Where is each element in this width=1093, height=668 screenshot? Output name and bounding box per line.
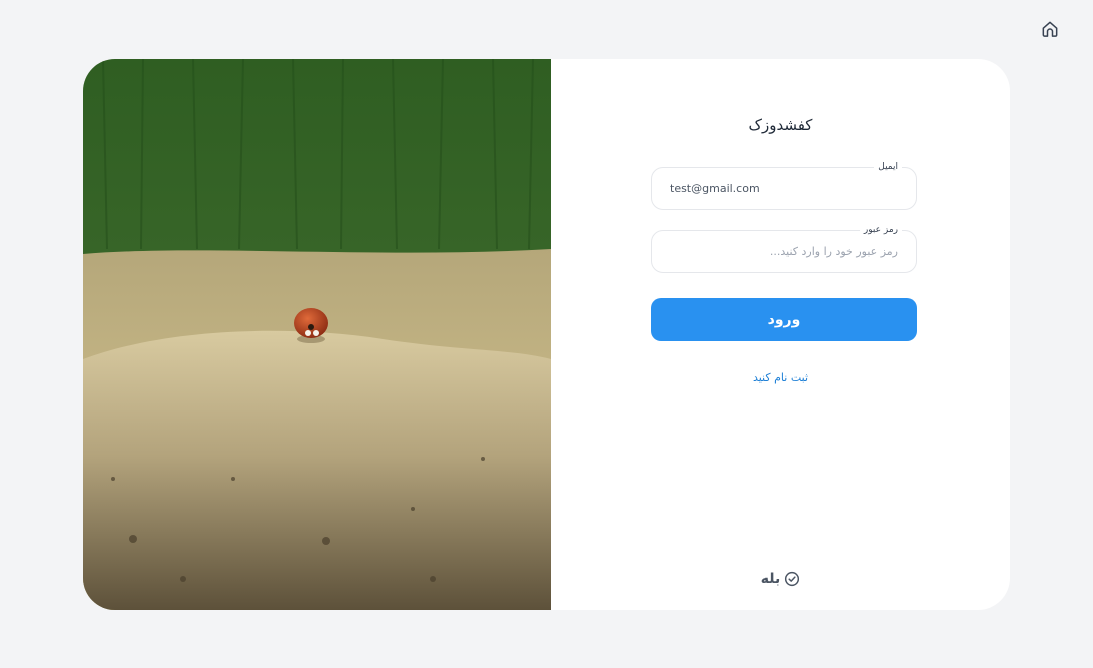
ladybug-photo xyxy=(83,59,551,610)
app-title: کفشدوزک xyxy=(748,116,813,134)
shield-check-icon xyxy=(784,571,800,587)
email-input[interactable] xyxy=(652,168,916,209)
password-field[interactable]: رمز عبور xyxy=(651,224,917,273)
email-label: ایمیل xyxy=(874,161,902,173)
password-label: رمز عبور xyxy=(859,224,902,236)
register-link[interactable]: ثبت نام کنید xyxy=(551,371,1010,384)
email-field[interactable]: ایمیل xyxy=(651,161,917,210)
login-button[interactable]: ورود xyxy=(651,298,917,341)
login-card: کفشدوزک ایمیل رمز عبور ورود ثبت نام کنید… xyxy=(83,59,1010,610)
brand-name: بله xyxy=(760,571,781,587)
home-icon xyxy=(1040,19,1060,43)
password-input[interactable] xyxy=(652,231,916,272)
home-button[interactable] xyxy=(1039,20,1061,42)
login-form-panel: کفشدوزک ایمیل رمز عبور ورود ثبت نام کنید… xyxy=(551,59,1010,610)
brand-logo: بله xyxy=(551,571,1010,587)
